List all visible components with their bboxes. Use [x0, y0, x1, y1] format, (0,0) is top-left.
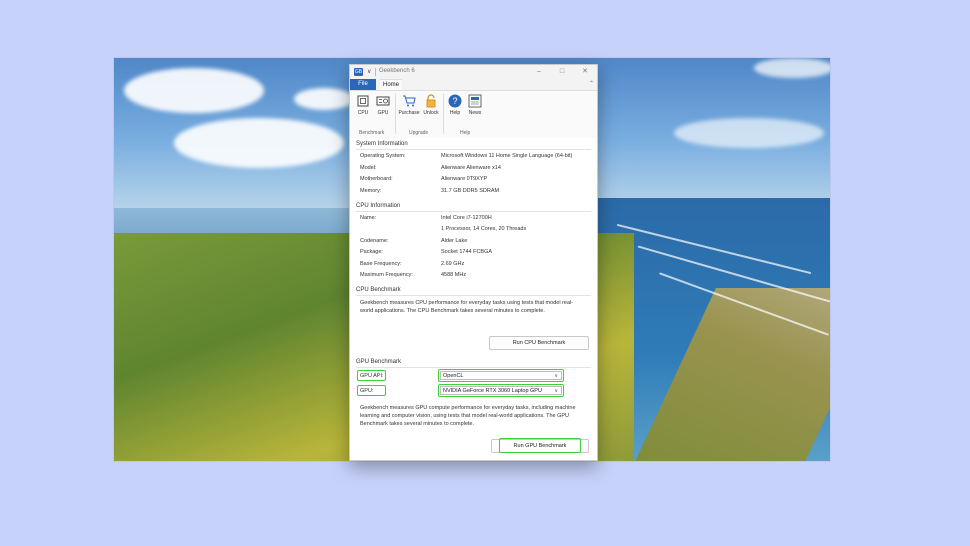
- group-label-help: Help: [460, 130, 471, 136]
- highlight-box: [438, 384, 564, 397]
- value-motherboard: Alienware 0T9XYP: [441, 176, 488, 182]
- maximize-button[interactable]: □: [555, 67, 569, 77]
- news-button[interactable]: News: [464, 94, 486, 116]
- section-divider: [356, 211, 591, 212]
- geekbench-window: GB ∨ Geekbench 6 – □ ✕ File Home ⌃ CPU G…: [349, 64, 598, 461]
- svg-text:?: ?: [452, 96, 457, 106]
- cpu-icon: [357, 95, 369, 107]
- value-operating-system: Microsoft Windows 11 Home Single Languag…: [441, 153, 573, 159]
- highlight-box: [357, 385, 386, 396]
- gpu-icon: [376, 96, 390, 106]
- tab-file[interactable]: File: [350, 79, 376, 90]
- help-icon: ?: [448, 94, 462, 108]
- highlight-box: [499, 438, 581, 453]
- label-motherboard: Motherboard:: [360, 176, 393, 182]
- section-title-gpu-benchmark: GPU Benchmark: [356, 359, 402, 365]
- section-divider: [356, 295, 591, 296]
- value-cpu-name: Intel Core i7-12700H: [441, 215, 492, 221]
- main-content: System Information Operating System: Mic…: [350, 138, 597, 460]
- title-bar[interactable]: GB ∨ Geekbench 6 – □ ✕: [350, 65, 597, 79]
- gpu-button[interactable]: GPU: [372, 94, 394, 116]
- value-maximum-frequency: 4588 MHz: [441, 272, 467, 278]
- help-button-label: Help: [449, 110, 461, 116]
- label-operating-system: Operating System:: [360, 153, 406, 159]
- value-codename: Alder Lake: [441, 238, 468, 244]
- purchase-button[interactable]: Purchase: [398, 94, 420, 116]
- quick-access-chevron-icon[interactable]: ∨: [367, 68, 371, 75]
- section-divider: [356, 367, 591, 368]
- news-icon: [468, 94, 482, 108]
- label-memory: Memory:: [360, 188, 382, 194]
- value-package: Socket 1744 FCBGA: [441, 249, 493, 255]
- group-label-upgrade: Upgrade: [409, 130, 429, 136]
- unlock-button[interactable]: Unlock: [420, 94, 442, 116]
- close-button[interactable]: ✕: [578, 67, 592, 77]
- label-codename: Codename:: [360, 238, 389, 244]
- app-icon: GB: [354, 68, 363, 76]
- label-package: Package:: [360, 249, 383, 255]
- group-label-benchmark: Benchmark: [359, 130, 385, 136]
- ribbon-tabs: File Home ⌃: [350, 79, 597, 91]
- help-button[interactable]: ? Help: [444, 94, 466, 116]
- gpu-benchmark-description: Geekbench measures GPU compute performan…: [360, 405, 576, 427]
- cpu-button-label: CPU: [357, 110, 369, 116]
- unlock-button-label: Unlock: [423, 110, 439, 116]
- wallpaper-cloud: [294, 88, 354, 110]
- ribbon-collapse-icon[interactable]: ⌃: [589, 80, 594, 87]
- value-model: Alienware Alienware x14: [441, 165, 501, 171]
- wallpaper-cloud: [174, 118, 344, 168]
- cpu-benchmark-description: Geekbench measures CPU performance for e…: [360, 300, 574, 314]
- value-cpu-topology: 1 Processor, 14 Cores, 20 Threads: [441, 226, 527, 232]
- wallpaper-cloud: [754, 58, 830, 78]
- group-separator: [395, 94, 396, 134]
- title-separator: [375, 68, 376, 76]
- section-divider: [356, 149, 591, 150]
- ribbon-toolbar: CPU GPU Benchmark Purchase Unlock Upgrad…: [350, 90, 597, 139]
- label-base-frequency: Base Frequency:: [360, 261, 402, 267]
- label-cpu-name: Name:: [360, 215, 377, 221]
- section-title-cpu-information: CPU Information: [356, 203, 401, 209]
- highlight-box: [438, 369, 564, 382]
- label-maximum-frequency: Maximum Frequency:: [360, 272, 413, 278]
- news-button-label: News: [468, 110, 482, 116]
- gpu-button-label: GPU: [377, 110, 389, 116]
- window-title: Geekbench 6: [379, 68, 415, 74]
- minimize-button[interactable]: –: [532, 67, 546, 77]
- unlock-icon: [426, 94, 436, 108]
- highlight-box: [357, 370, 386, 381]
- value-memory: 31.7 GB DDR5 SDRAM: [441, 188, 500, 194]
- wallpaper-cloud: [674, 118, 824, 148]
- purchase-button-label: Purchase: [398, 110, 420, 116]
- value-base-frequency: 2.69 GHz: [441, 261, 465, 267]
- cpu-button[interactable]: CPU: [352, 94, 374, 116]
- run-cpu-benchmark-button[interactable]: Run CPU Benchmark: [489, 336, 589, 350]
- section-title-system-information: System Information: [356, 141, 408, 147]
- wallpaper-cloud: [124, 68, 264, 113]
- cart-icon: [403, 95, 416, 107]
- section-title-cpu-benchmark: CPU Benchmark: [356, 287, 401, 293]
- label-model: Model:: [360, 165, 377, 171]
